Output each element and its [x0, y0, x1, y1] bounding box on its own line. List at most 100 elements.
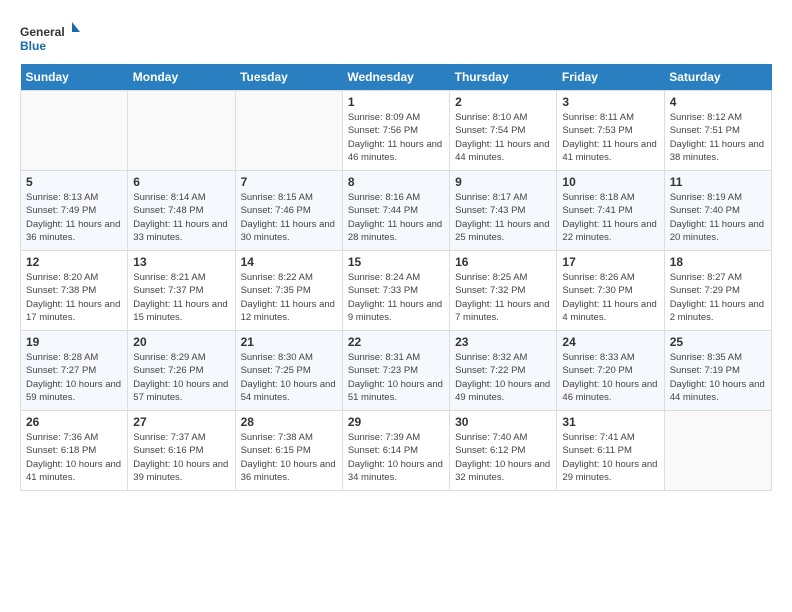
calendar-week-row: 26 Sunrise: 7:36 AM Sunset: 6:18 PM Dayli… [21, 411, 772, 491]
day-number: 12 [26, 255, 122, 269]
day-of-week-header: Monday [128, 64, 235, 91]
calendar-cell: 5 Sunrise: 8:13 AM Sunset: 7:49 PM Daylig… [21, 171, 128, 251]
day-number: 3 [562, 95, 658, 109]
day-info: Sunrise: 8:25 AM Sunset: 7:32 PM Dayligh… [455, 271, 551, 324]
day-info: Sunrise: 8:27 AM Sunset: 7:29 PM Dayligh… [670, 271, 766, 324]
day-number: 4 [670, 95, 766, 109]
day-info: Sunrise: 8:32 AM Sunset: 7:22 PM Dayligh… [455, 351, 551, 404]
day-number: 7 [241, 175, 337, 189]
calendar-cell: 22 Sunrise: 8:31 AM Sunset: 7:23 PM Dayli… [342, 331, 449, 411]
calendar-cell: 8 Sunrise: 8:16 AM Sunset: 7:44 PM Daylig… [342, 171, 449, 251]
day-of-week-header: Tuesday [235, 64, 342, 91]
day-number: 13 [133, 255, 229, 269]
calendar-cell: 19 Sunrise: 8:28 AM Sunset: 7:27 PM Dayli… [21, 331, 128, 411]
calendar-cell: 18 Sunrise: 8:27 AM Sunset: 7:29 PM Dayli… [664, 251, 771, 331]
calendar-cell: 28Sunrise: 7:38 AM Sunset: 6:15 PM Dayli… [235, 411, 342, 491]
day-number: 27 [133, 415, 229, 429]
day-info: Sunrise: 8:09 AM Sunset: 7:56 PM Dayligh… [348, 111, 444, 164]
calendar-cell: 25 Sunrise: 8:35 AM Sunset: 7:19 PM Dayli… [664, 331, 771, 411]
day-info: Sunrise: 8:13 AM Sunset: 7:49 PM Dayligh… [26, 191, 122, 244]
day-number: 26 [26, 415, 122, 429]
day-number: 23 [455, 335, 551, 349]
calendar-cell: 20 Sunrise: 8:29 AM Sunset: 7:26 PM Dayli… [128, 331, 235, 411]
calendar-week-row: 12 Sunrise: 8:20 AM Sunset: 7:38 PM Dayli… [21, 251, 772, 331]
day-info: Sunrise: 8:24 AM Sunset: 7:33 PM Dayligh… [348, 271, 444, 324]
day-number: 29 [348, 415, 444, 429]
day-number: 30 [455, 415, 551, 429]
calendar-cell: 2Sunrise: 8:10 AM Sunset: 7:54 PM Daylig… [450, 91, 557, 171]
day-info: Sunrise: 8:17 AM Sunset: 7:43 PM Dayligh… [455, 191, 551, 244]
day-info: Sunrise: 8:16 AM Sunset: 7:44 PM Dayligh… [348, 191, 444, 244]
day-info: Sunrise: 8:33 AM Sunset: 7:20 PM Dayligh… [562, 351, 658, 404]
day-info: Sunrise: 7:36 AM Sunset: 6:18 PM Dayligh… [26, 431, 122, 484]
calendar-cell: 7Sunrise: 8:15 AM Sunset: 7:46 PM Daylig… [235, 171, 342, 251]
day-info: Sunrise: 8:31 AM Sunset: 7:23 PM Dayligh… [348, 351, 444, 404]
calendar-cell [235, 91, 342, 171]
calendar-week-row: 19 Sunrise: 8:28 AM Sunset: 7:27 PM Dayli… [21, 331, 772, 411]
day-of-week-header: Friday [557, 64, 664, 91]
calendar-cell: 10 Sunrise: 8:18 AM Sunset: 7:41 PM Dayli… [557, 171, 664, 251]
calendar-cell: 31 Sunrise: 7:41 AM Sunset: 6:11 PM Dayli… [557, 411, 664, 491]
calendar-cell [664, 411, 771, 491]
day-info: Sunrise: 7:41 AM Sunset: 6:11 PM Dayligh… [562, 431, 658, 484]
calendar-cell: 29 Sunrise: 7:39 AM Sunset: 6:14 PM Dayli… [342, 411, 449, 491]
calendar-cell [21, 91, 128, 171]
calendar-cell: 27Sunrise: 7:37 AM Sunset: 6:16 PM Dayli… [128, 411, 235, 491]
day-number: 10 [562, 175, 658, 189]
calendar-cell: 17Sunrise: 8:26 AM Sunset: 7:30 PM Dayli… [557, 251, 664, 331]
day-number: 22 [348, 335, 444, 349]
logo-svg: General Blue [20, 20, 80, 60]
day-info: Sunrise: 8:28 AM Sunset: 7:27 PM Dayligh… [26, 351, 122, 404]
day-info: Sunrise: 8:26 AM Sunset: 7:30 PM Dayligh… [562, 271, 658, 324]
calendar-cell: 12 Sunrise: 8:20 AM Sunset: 7:38 PM Dayli… [21, 251, 128, 331]
calendar-table: SundayMondayTuesdayWednesdayThursdayFrid… [20, 64, 772, 491]
day-number: 20 [133, 335, 229, 349]
day-of-week-header: Wednesday [342, 64, 449, 91]
calendar-cell: 11 Sunrise: 8:19 AM Sunset: 7:40 PM Dayli… [664, 171, 771, 251]
day-of-week-header: Saturday [664, 64, 771, 91]
day-info: Sunrise: 8:19 AM Sunset: 7:40 PM Dayligh… [670, 191, 766, 244]
day-info: Sunrise: 8:12 AM Sunset: 7:51 PM Dayligh… [670, 111, 766, 164]
day-number: 28 [241, 415, 337, 429]
calendar-header-row: SundayMondayTuesdayWednesdayThursdayFrid… [21, 64, 772, 91]
svg-text:Blue: Blue [20, 39, 46, 53]
day-info: Sunrise: 8:22 AM Sunset: 7:35 PM Dayligh… [241, 271, 337, 324]
day-info: Sunrise: 8:18 AM Sunset: 7:41 PM Dayligh… [562, 191, 658, 244]
day-info: Sunrise: 8:30 AM Sunset: 7:25 PM Dayligh… [241, 351, 337, 404]
day-number: 14 [241, 255, 337, 269]
day-number: 1 [348, 95, 444, 109]
calendar-cell: 30 Sunrise: 7:40 AM Sunset: 6:12 PM Dayli… [450, 411, 557, 491]
calendar-cell: 14 Sunrise: 8:22 AM Sunset: 7:35 PM Dayli… [235, 251, 342, 331]
day-info: Sunrise: 8:21 AM Sunset: 7:37 PM Dayligh… [133, 271, 229, 324]
day-number: 8 [348, 175, 444, 189]
day-info: Sunrise: 8:11 AM Sunset: 7:53 PM Dayligh… [562, 111, 658, 164]
calendar-cell: 4 Sunrise: 8:12 AM Sunset: 7:51 PM Daylig… [664, 91, 771, 171]
day-number: 6 [133, 175, 229, 189]
calendar-cell: 15Sunrise: 8:24 AM Sunset: 7:33 PM Dayli… [342, 251, 449, 331]
day-info: Sunrise: 7:40 AM Sunset: 6:12 PM Dayligh… [455, 431, 551, 484]
day-info: Sunrise: 8:35 AM Sunset: 7:19 PM Dayligh… [670, 351, 766, 404]
day-of-week-header: Thursday [450, 64, 557, 91]
day-number: 5 [26, 175, 122, 189]
logo: General Blue [20, 20, 80, 60]
calendar-cell: 26 Sunrise: 7:36 AM Sunset: 6:18 PM Dayli… [21, 411, 128, 491]
day-number: 19 [26, 335, 122, 349]
day-info: Sunrise: 8:29 AM Sunset: 7:26 PM Dayligh… [133, 351, 229, 404]
calendar-cell [128, 91, 235, 171]
day-number: 25 [670, 335, 766, 349]
calendar-cell: 9 Sunrise: 8:17 AM Sunset: 7:43 PM Daylig… [450, 171, 557, 251]
page-header: General Blue [20, 20, 772, 60]
calendar-cell: 13 Sunrise: 8:21 AM Sunset: 7:37 PM Dayli… [128, 251, 235, 331]
calendar-week-row: 1 Sunrise: 8:09 AM Sunset: 7:56 PM Daylig… [21, 91, 772, 171]
day-of-week-header: Sunday [21, 64, 128, 91]
svg-text:General: General [20, 25, 65, 39]
day-info: Sunrise: 7:39 AM Sunset: 6:14 PM Dayligh… [348, 431, 444, 484]
day-number: 9 [455, 175, 551, 189]
day-info: Sunrise: 8:20 AM Sunset: 7:38 PM Dayligh… [26, 271, 122, 324]
calendar-cell: 3 Sunrise: 8:11 AM Sunset: 7:53 PM Daylig… [557, 91, 664, 171]
day-number: 11 [670, 175, 766, 189]
calendar-week-row: 5 Sunrise: 8:13 AM Sunset: 7:49 PM Daylig… [21, 171, 772, 251]
day-number: 16 [455, 255, 551, 269]
day-number: 31 [562, 415, 658, 429]
day-number: 18 [670, 255, 766, 269]
